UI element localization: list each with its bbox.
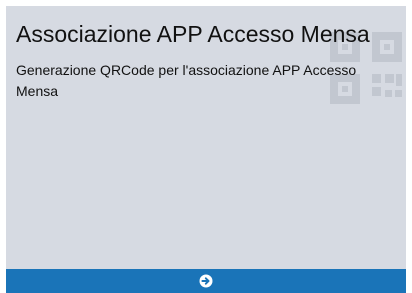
app-tile[interactable]: Associazione APP Accesso Mensa Generazio… [6, 6, 406, 293]
arrow-circle-right-icon [199, 274, 213, 288]
tile-title: Associazione APP Accesso Mensa [16, 21, 370, 47]
tile-description: Generazione QRCode per l'associazione AP… [16, 62, 357, 99]
open-tile-button[interactable] [6, 269, 406, 293]
